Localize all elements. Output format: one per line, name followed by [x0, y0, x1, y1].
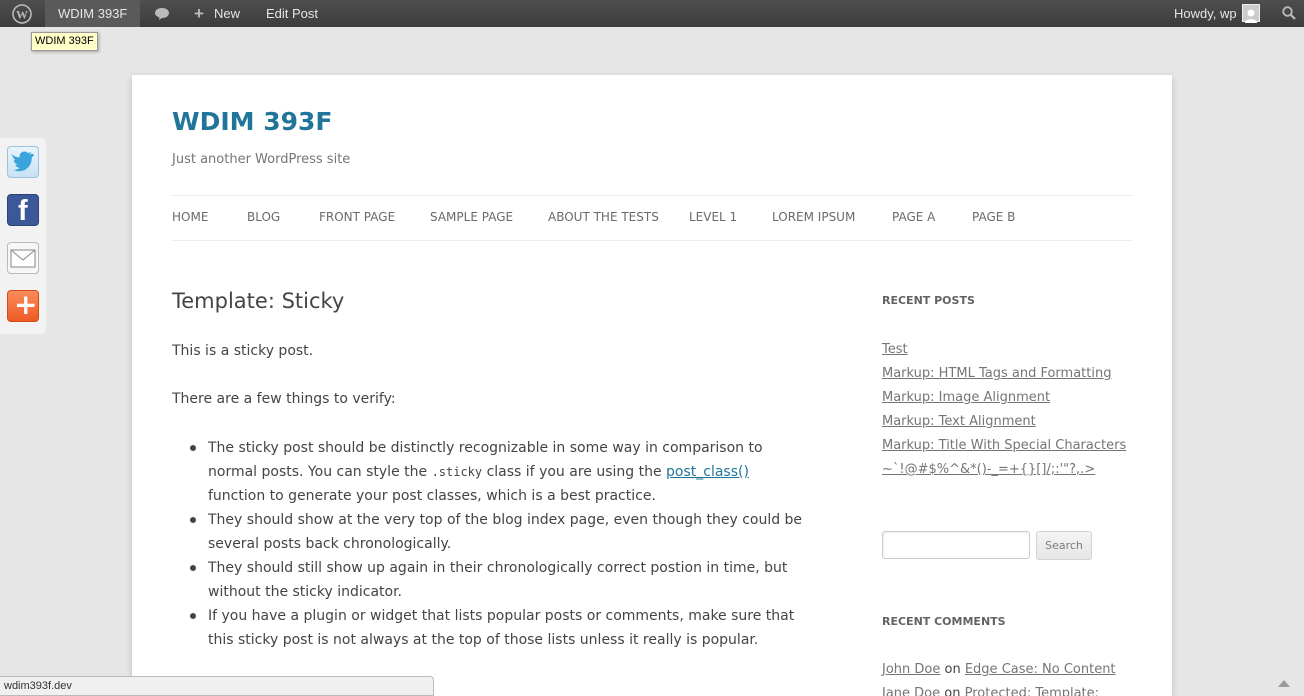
post-title[interactable]: Template: Sticky	[172, 289, 344, 313]
nav-item-home[interactable]: HOME	[172, 210, 208, 224]
recent-post-link[interactable]: ~`!@#$%^&*()-_=+{}[]/;:'"?,.>	[882, 462, 1095, 477]
comments-menu[interactable]	[141, 0, 181, 27]
search-input[interactable]	[882, 531, 1030, 559]
plus-icon: +	[14, 288, 38, 321]
comment-bubble-icon	[155, 8, 169, 20]
search-button[interactable]: Search	[1036, 531, 1092, 560]
sticky-class-code: .sticky	[431, 465, 483, 479]
facebook-share-button[interactable]: f	[7, 194, 39, 227]
comment-on-text: on	[940, 662, 965, 677]
nav-item-front-page[interactable]: FRONT PAGE	[319, 210, 395, 224]
bullet-1-text-c: function to generate your post classes, …	[208, 488, 656, 504]
comment-on-text: on	[940, 686, 965, 696]
nav-item-lorem-ipsum[interactable]: LOREM IPSUM	[772, 210, 855, 224]
recent-post-link[interactable]: Markup: Title With Special Characters	[882, 438, 1126, 453]
post-paragraph-1: This is a sticky post.	[172, 343, 314, 359]
comment-author-link[interactable]: John Doe	[882, 662, 940, 677]
recent-post-link[interactable]: Markup: Image Alignment	[882, 390, 1050, 405]
comment-post-link[interactable]: Edge Case: No Content	[965, 662, 1116, 677]
site-name-tooltip: WDIM 393F	[31, 32, 98, 51]
list-item: Markup: HTML Tags and Formatting	[882, 362, 1142, 386]
site-name-menu[interactable]: WDIM 393F	[45, 0, 140, 27]
list-item: If you have a plugin or widget that list…	[190, 604, 808, 652]
new-label: New	[214, 6, 241, 21]
nav-item-sample-page[interactable]: SAMPLE PAGE	[430, 210, 513, 224]
wordpress-logo-menu[interactable]: W	[0, 0, 44, 27]
howdy-label: Howdy, wp	[1174, 6, 1237, 21]
comment-post-link[interactable]: Protected: Template:	[965, 686, 1099, 696]
scroll-up-arrow-icon[interactable]	[1278, 680, 1290, 687]
more-share-button[interactable]: +	[7, 288, 39, 322]
main-navigation: HOME BLOG FRONT PAGE SAMPLE PAGE ABOUT T…	[172, 195, 1132, 241]
envelope-icon	[10, 249, 36, 268]
browser-status-bar: wdim393f.dev	[0, 676, 434, 696]
svg-text:W: W	[16, 8, 28, 22]
plus-icon: +	[194, 4, 204, 23]
recent-comments-title: RECENT COMMENTS	[882, 615, 1006, 628]
recent-comment-item: John Doe on Edge Case: No Content	[882, 662, 1116, 677]
twitter-bird-icon	[9, 151, 35, 172]
nav-item-about-the-tests[interactable]: ABOUT THE TESTS	[548, 210, 659, 224]
wordpress-icon: W	[12, 4, 32, 24]
twitter-share-button[interactable]	[7, 146, 39, 178]
nav-item-level-1[interactable]: LEVEL 1	[689, 210, 737, 224]
recent-posts-list: Test Markup: HTML Tags and Formatting Ma…	[882, 338, 1142, 482]
list-item: They should still show up again in their…	[190, 556, 808, 604]
bullet-1-text-b: class if you are using the	[482, 464, 667, 480]
list-item: ~`!@#$%^&*()-_=+{}[]/;:'"?,.>	[882, 458, 1142, 482]
list-item: Markup: Title With Special Characters	[882, 434, 1142, 458]
site-name-label: WDIM 393F	[58, 6, 128, 21]
site-description: Just another WordPress site	[172, 152, 351, 167]
share-bar: f +	[0, 138, 46, 334]
post-class-link[interactable]: post_class()	[666, 464, 749, 480]
recent-posts-title: RECENT POSTS	[882, 294, 975, 307]
search-icon	[1282, 6, 1296, 20]
avatar	[1242, 4, 1260, 23]
list-item: Test	[882, 338, 1142, 362]
list-item: They should show at the very top of the …	[190, 508, 808, 556]
nav-item-page-b[interactable]: PAGE B	[972, 210, 1015, 224]
post-paragraph-2: There are a few things to verify:	[172, 391, 396, 407]
new-content-menu[interactable]: + New	[182, 0, 252, 27]
recent-comment-item: Jane Doe on Protected: Template:	[882, 686, 1099, 696]
site-title[interactable]: WDIM 393F	[172, 107, 332, 136]
edit-post-label: Edit Post	[266, 6, 319, 21]
admin-search-toggle[interactable]	[1273, 0, 1304, 27]
my-account-menu[interactable]: Howdy, wp	[1162, 0, 1272, 27]
page-container: WDIM 393F Just another WordPress site HO…	[132, 75, 1172, 696]
user-silhouette-icon	[1245, 9, 1257, 23]
nav-item-page-a[interactable]: PAGE A	[892, 210, 935, 224]
nav-item-blog[interactable]: BLOG	[247, 210, 280, 224]
recent-post-link[interactable]: Test	[882, 342, 908, 357]
recent-post-link[interactable]: Markup: Text Alignment	[882, 414, 1036, 429]
facebook-f-icon: f	[18, 195, 28, 227]
admin-bar: W WDIM 393F + New Edit Post Howdy, wp	[0, 0, 1304, 27]
email-share-button[interactable]	[7, 242, 39, 274]
comment-author-link[interactable]: Jane Doe	[882, 686, 940, 696]
list-item: Markup: Image Alignment	[882, 386, 1142, 410]
edit-post-link[interactable]: Edit Post	[253, 0, 333, 27]
list-item: The sticky post should be distinctly rec…	[190, 436, 808, 508]
recent-post-link[interactable]: Markup: HTML Tags and Formatting	[882, 366, 1111, 381]
post-bullet-list: The sticky post should be distinctly rec…	[190, 436, 808, 652]
list-item: Markup: Text Alignment	[882, 410, 1142, 434]
